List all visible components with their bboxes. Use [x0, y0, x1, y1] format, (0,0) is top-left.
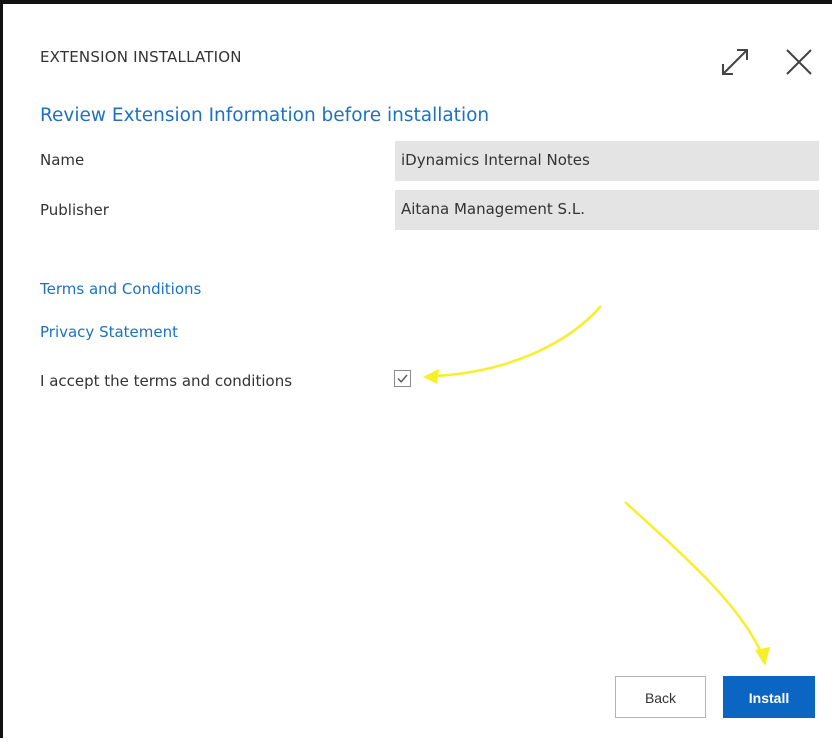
back-button[interactable]: Back [615, 676, 706, 718]
privacy-statement-link[interactable]: Privacy Statement [40, 323, 178, 341]
close-icon [786, 49, 812, 75]
annotation-arrowhead-install [755, 647, 770, 666]
name-label: Name [40, 151, 85, 169]
install-button[interactable]: Install [723, 676, 815, 718]
checkmark-icon [397, 374, 408, 383]
name-field: iDynamics Internal Notes [395, 141, 819, 181]
extension-installation-dialog: EXTENSION INSTALLATION Review Extension … [0, 0, 832, 738]
accept-terms-label: I accept the terms and conditions [40, 372, 293, 390]
publisher-label: Publisher [40, 201, 109, 219]
annotation-arrowhead-checkbox [423, 369, 439, 384]
close-button[interactable] [779, 42, 819, 82]
accept-terms-checkbox[interactable] [394, 370, 411, 387]
dialog-title: EXTENSION INSTALLATION [40, 48, 242, 66]
annotation-arrow-to-install [624, 501, 763, 653]
annotation-arrow-to-checkbox [434, 305, 602, 378]
publisher-field: Aitana Management S.L. [395, 190, 819, 230]
expand-icon [722, 49, 748, 75]
terms-and-conditions-link[interactable]: Terms and Conditions [40, 280, 201, 298]
dialog-subtitle: Review Extension Information before inst… [40, 105, 490, 126]
expand-button[interactable] [715, 42, 755, 82]
